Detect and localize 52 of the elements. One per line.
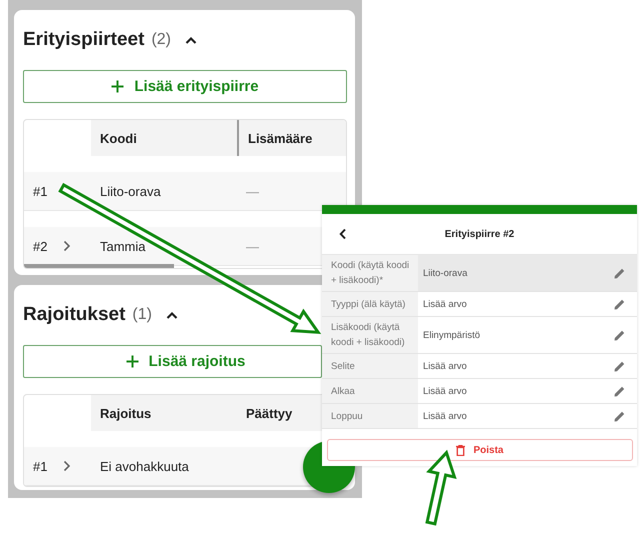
table-cell: — (246, 238, 259, 254)
field-label: Selite (331, 360, 355, 374)
plus-icon (111, 80, 124, 93)
pencil-icon[interactable] (614, 330, 625, 340)
back-icon[interactable] (339, 228, 347, 240)
field-row[interactable]: Loppuu Lisää arvo (322, 404, 637, 429)
add-button[interactable]: Lisää rajoitus (23, 345, 322, 378)
field-row[interactable]: Lisäkoodi (käytä koodi + lisäkoodi) Elinympäristö (322, 317, 637, 354)
section-title: Rajoitukset (23, 304, 126, 326)
column-header: Koodi (91, 120, 237, 156)
field-row[interactable]: Selite Lisää arvo (322, 354, 637, 379)
table-cell: Liito-orava (100, 184, 161, 198)
pencil-icon[interactable] (614, 410, 625, 422)
plus-icon (126, 355, 139, 368)
field-value: Lisää arvo (423, 386, 467, 396)
field-value: Lisää arvo (423, 298, 467, 310)
table-cell: — (246, 184, 259, 198)
table-cell: Ei avohakkuuta (100, 458, 189, 474)
column-header: Rajoitus (91, 395, 237, 431)
collapse-caret-icon[interactable] (166, 311, 178, 319)
scrollbar[interactable] (24, 264, 174, 268)
section-count: (2) (151, 31, 171, 49)
pencil-icon[interactable] (614, 360, 625, 372)
field-value: Lisää arvo (423, 360, 467, 372)
field-label: Tyyppi (älä käytä) (331, 298, 406, 312)
chevron-right-icon[interactable] (63, 460, 72, 472)
field-row[interactable]: Koodi (käytä koodi + lisäkoodi)* Liito-orava (322, 255, 637, 292)
field-label: Loppuu (331, 410, 363, 424)
column-header: Lisämääre (237, 120, 346, 156)
table-row[interactable]: #1 Liito-orava — (24, 172, 346, 211)
field-value: Liito-orava (423, 268, 468, 278)
row-number: #1 (33, 184, 48, 198)
field-value: Elinympäristö (423, 330, 480, 340)
table-cell: Tammia (100, 238, 146, 254)
add-button[interactable]: Lisää erityispiirre (23, 70, 347, 103)
panel-title: Erityispiirre #2 (444, 228, 514, 240)
delete-button[interactable]: Poista (327, 439, 633, 461)
pencil-icon[interactable] (614, 386, 625, 396)
chevron-right-icon[interactable] (63, 240, 72, 252)
row-number: #1 (33, 458, 48, 474)
field-label: Lisäkoodi (käytä koodi + lisäkoodi) (331, 321, 406, 350)
section-title: Erityispiirteet (23, 29, 144, 51)
row-number: #2 (33, 238, 48, 254)
pencil-icon[interactable] (614, 268, 625, 278)
trash-icon (456, 444, 466, 456)
field-value: Lisää arvo (423, 410, 467, 422)
section-count: (1) (132, 306, 152, 324)
field-label: Alkaa (331, 384, 355, 398)
pencil-icon[interactable] (614, 298, 625, 310)
field-row[interactable]: Alkaa Lisää arvo (322, 379, 637, 404)
field-row[interactable]: Tyyppi (älä käytä) Lisää arvo (322, 292, 637, 317)
collapse-caret-icon[interactable] (185, 36, 197, 44)
